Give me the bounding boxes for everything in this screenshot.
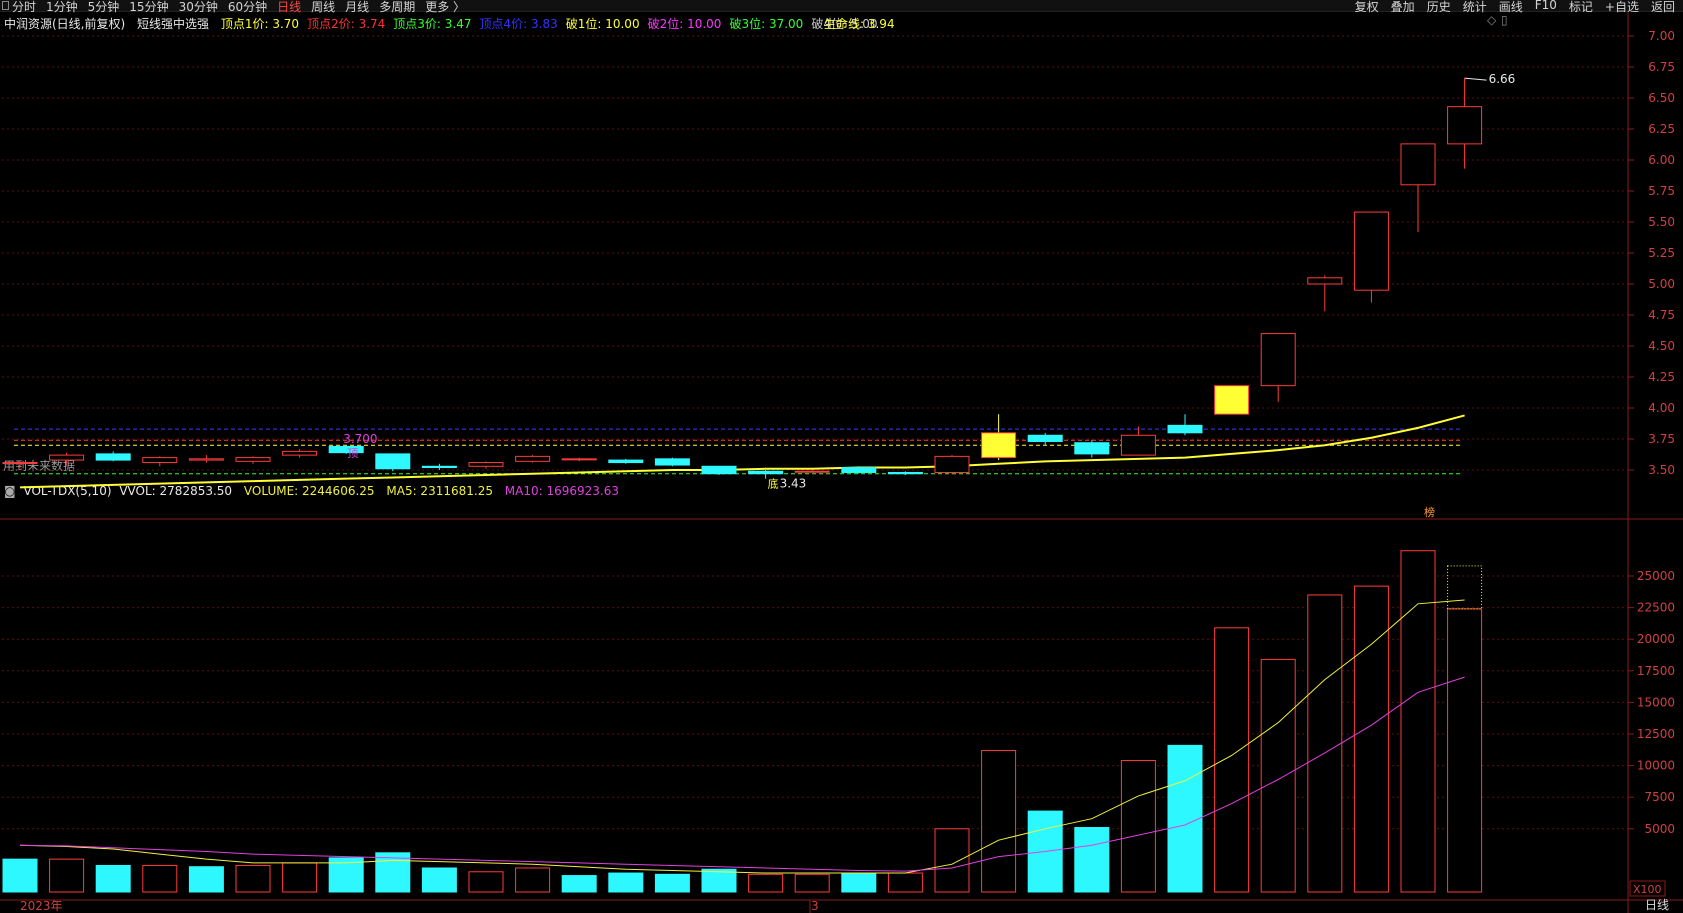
- x-label-start: 2023年: [20, 899, 63, 913]
- volume-bar: [1167, 744, 1203, 893]
- volume-tick-label: 7500: [1644, 790, 1675, 804]
- volume-bar: [1307, 594, 1343, 893]
- candle-body: [375, 453, 411, 470]
- volume-tick-label: 17500: [1637, 664, 1675, 678]
- top-value-label: 3.700: [343, 432, 377, 446]
- price-tick-label: 7.00: [1648, 29, 1675, 43]
- candle-body: [981, 432, 1017, 459]
- volume-bar: [701, 868, 737, 893]
- volume-bar: [2, 858, 38, 893]
- candle-body: [421, 465, 457, 469]
- volume-bar: [934, 828, 970, 893]
- volume-bar: [1447, 608, 1483, 893]
- candle-body: [561, 458, 597, 461]
- price-tick-label: 4.75: [1648, 308, 1675, 322]
- volume-bar: [1353, 585, 1389, 893]
- candle-body: [887, 471, 923, 475]
- price-tick-label: 4.25: [1648, 370, 1675, 384]
- candle-body: [2, 462, 38, 465]
- candle-body: [468, 462, 504, 467]
- volume-bar: [1260, 658, 1296, 893]
- volume-bar: [1214, 627, 1250, 893]
- volume-bar: [282, 862, 318, 893]
- max-price-pointer: [1464, 77, 1487, 81]
- volume-tick-label: 20000: [1637, 632, 1675, 646]
- candle-body: [1074, 442, 1110, 455]
- candle-body: [1400, 143, 1436, 186]
- volume-bar: [515, 867, 551, 893]
- candle-body: [608, 459, 644, 464]
- x-label-month: 3: [811, 899, 819, 913]
- volume-bar: [1120, 760, 1156, 893]
- candle-body: [1027, 434, 1063, 442]
- volume-bar: [1074, 827, 1110, 893]
- lifeline-curve: [19, 414, 1465, 489]
- volume-bar: [235, 864, 271, 893]
- price-tick-label: 4.50: [1648, 339, 1675, 353]
- volume-bar: [748, 873, 784, 893]
- price-tick-label: 6.25: [1648, 122, 1675, 136]
- candle-body: [841, 467, 877, 473]
- price-tick-label: 3.75: [1648, 432, 1675, 446]
- candle-body: [1260, 333, 1296, 387]
- estimated-volume-bar: [1447, 565, 1483, 610]
- volume-bar: [468, 871, 504, 893]
- volume-bar: [142, 864, 178, 893]
- volume-tick-label: 15000: [1637, 695, 1675, 709]
- candle-body: [1120, 434, 1156, 456]
- min-price-label: 3.43: [780, 477, 807, 491]
- price-tick-label: 5.25: [1648, 246, 1675, 260]
- candle-body: [701, 465, 737, 475]
- min-price-tag: 底: [768, 477, 779, 491]
- kline-chart[interactable]: 3.50 3.75 4.00 4.25 4.50 4.75 5.00 5.25 5.50 5.75…: [0, 0, 1683, 913]
- bottom-tag: 榜: [1424, 505, 1435, 519]
- price-tick-label: 4.00: [1648, 401, 1675, 415]
- candle-body: [142, 457, 178, 464]
- volume-bar: [421, 867, 457, 893]
- volume-bar: [841, 872, 877, 893]
- candle-body: [282, 450, 318, 456]
- candle-body: [515, 455, 551, 462]
- candle-body: [1214, 385, 1250, 415]
- candle-body: [794, 470, 830, 473]
- candle-body: [1167, 424, 1203, 434]
- volume-bar: [887, 872, 923, 893]
- candle-body: [1307, 277, 1343, 285]
- price-tick-label: 6.00: [1648, 153, 1675, 167]
- price-tick-label: 6.50: [1648, 91, 1675, 105]
- price-tick-label: 5.75: [1648, 184, 1675, 198]
- top-tag: 顶: [347, 447, 358, 460]
- candle-body: [235, 457, 271, 462]
- volume-tick-label: 25000: [1637, 569, 1675, 583]
- period-tab[interactable]: 日线: [1645, 896, 1669, 913]
- candle-body: [1447, 106, 1483, 145]
- candle-body: [188, 458, 224, 461]
- volume-bar: [654, 873, 690, 893]
- volume-tick-label: 22500: [1637, 601, 1675, 615]
- volume-bar: [561, 875, 597, 893]
- volume-tick-label: 12500: [1637, 727, 1675, 741]
- candle-body: [934, 455, 970, 473]
- price-tick-label: 3.50: [1648, 463, 1675, 477]
- volume-bar: [981, 749, 1017, 893]
- max-price-label: 6.66: [1489, 72, 1516, 86]
- candle-body: [95, 453, 131, 461]
- price-tick-label: 6.75: [1648, 60, 1675, 74]
- volume-bar: [794, 873, 830, 893]
- volume-tick-label: 5000: [1644, 822, 1675, 836]
- volume-bar: [95, 864, 131, 893]
- unit-label: X100: [1633, 883, 1662, 896]
- candle-body: [49, 454, 85, 461]
- candle-body: [654, 458, 690, 466]
- volume-bar: [1400, 550, 1436, 893]
- volume-bar: [608, 872, 644, 893]
- volume-bar: [188, 866, 224, 893]
- candle-body: [1353, 211, 1389, 291]
- candle-body: [748, 470, 784, 475]
- price-tick-label: 5.50: [1648, 215, 1675, 229]
- volume-bar: [49, 858, 85, 893]
- volume-tick-label: 10000: [1637, 759, 1675, 773]
- price-tick-label: 5.00: [1648, 277, 1675, 291]
